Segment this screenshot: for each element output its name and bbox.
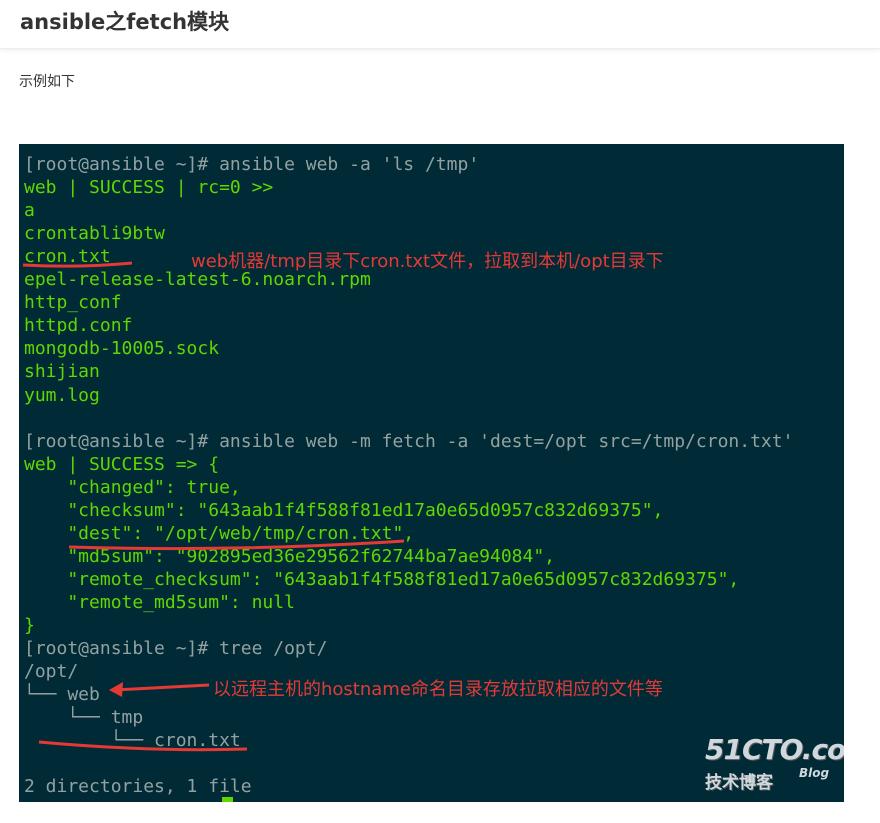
annotation-fetch-note: web机器/tmp目录下cron.txt文件，拉取到本机/opt目录下 — [191, 251, 664, 272]
terminal-screenshot: 2 directories, 1 file └── cron.txt └── t… — [19, 144, 844, 802]
page-header: ansible之fetch模块 — [0, 0, 880, 49]
arrow-head — [109, 682, 123, 697]
intro-text: 示例如下 — [19, 74, 75, 90]
page-title: ansible之fetch模块 — [20, 10, 230, 34]
underline-dest — [68, 539, 405, 551]
underline-tree-cron — [38, 740, 248, 752]
red-markup-strokes — [22, 261, 405, 752]
watermark-sub: 技术博客 — [705, 773, 773, 793]
watermark-blog: Blog — [799, 766, 830, 780]
terminal-cursor — [222, 797, 233, 802]
arrow-line — [113, 683, 210, 692]
watermark-brand: 51CTO.com — [705, 733, 844, 766]
underline-cron-txt — [22, 261, 133, 268]
annotation-hostname-note: 以远程主机的hostname命名目录存放拉取相应的文件等 — [213, 679, 663, 700]
